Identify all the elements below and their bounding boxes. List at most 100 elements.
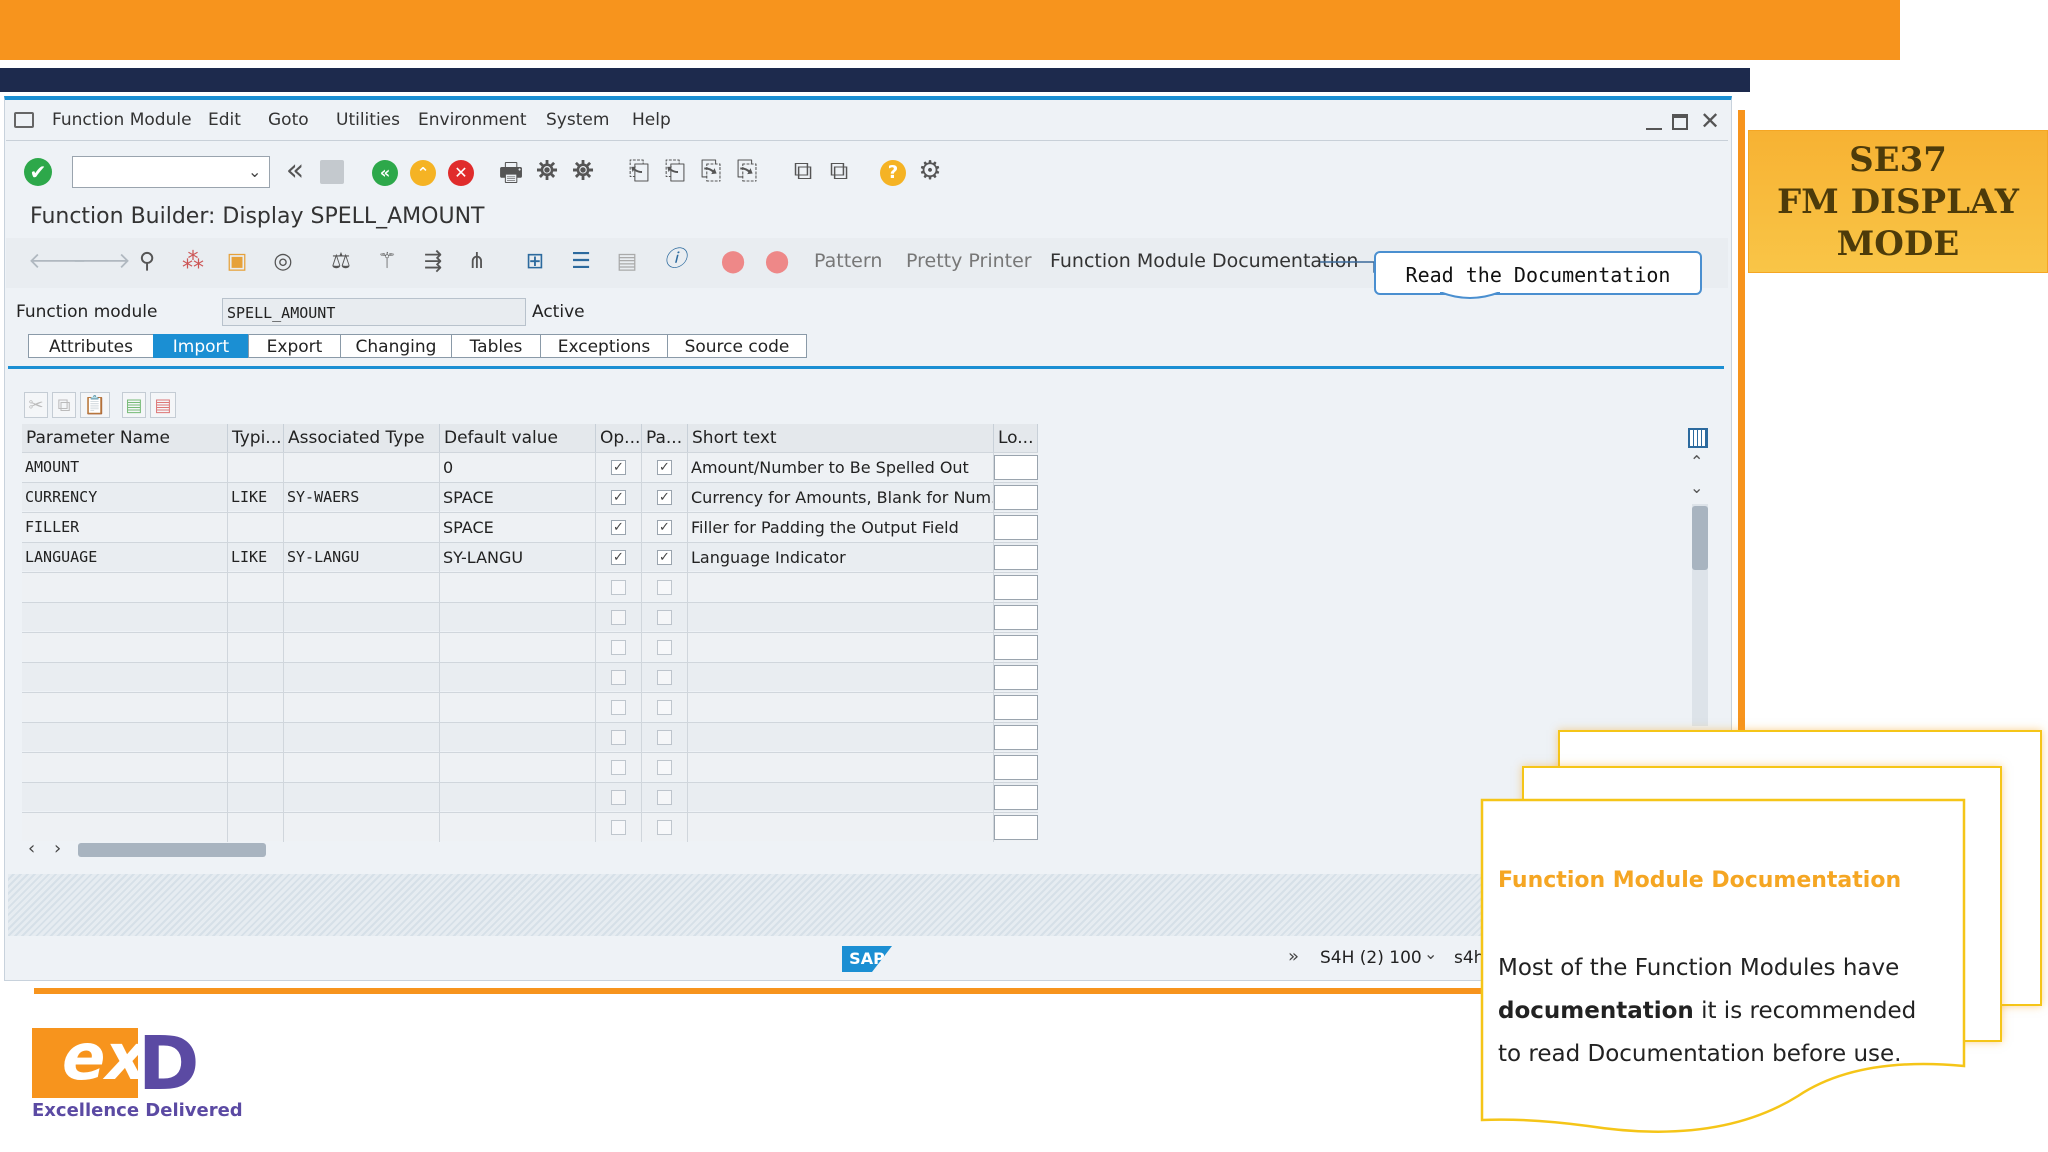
cell-assoc[interactable] <box>284 663 440 692</box>
pass-value-checkbox-cell[interactable] <box>642 633 688 662</box>
window-menu-icon[interactable] <box>14 112 34 128</box>
checkbox[interactable]: ✓ <box>611 490 626 505</box>
create-session-icon[interactable]: ⧉ <box>788 156 818 186</box>
optional-checkbox-cell[interactable] <box>596 663 642 692</box>
checkbox[interactable]: ✓ <box>657 460 672 475</box>
cell-default[interactable]: SPACE <box>440 483 596 512</box>
cell-typing[interactable]: LIKE <box>228 543 284 572</box>
menu-goto[interactable]: Goto <box>268 110 309 130</box>
cell-assoc[interactable] <box>284 453 440 482</box>
cell-short[interactable] <box>688 783 994 812</box>
long-text-cell[interactable] <box>994 633 1038 662</box>
cell-typing[interactable]: LIKE <box>228 483 284 512</box>
cell-default[interactable]: SY-LANGU <box>440 543 596 572</box>
cell-default[interactable] <box>440 693 596 722</box>
long-text-button[interactable] <box>994 485 1038 510</box>
pass-value-checkbox-cell[interactable] <box>642 573 688 602</box>
cut-row-icon[interactable]: ✂ <box>24 392 48 418</box>
pass-value-checkbox-cell[interactable] <box>642 783 688 812</box>
copy-row-icon[interactable]: ⧉ <box>52 392 76 418</box>
cell-typing[interactable] <box>228 813 284 842</box>
back-icon[interactable]: « <box>372 160 398 186</box>
menu-system[interactable]: System <box>546 110 609 130</box>
delete-row-icon[interactable]: ▤ <box>150 392 176 418</box>
optional-checkbox-cell[interactable]: ✓ <box>596 513 642 542</box>
info-icon[interactable]: ⓘ <box>660 246 690 274</box>
long-text-cell[interactable] <box>994 813 1038 842</box>
object-list-icon[interactable]: ⊞ <box>520 248 550 276</box>
scroll-left-icon[interactable]: ‹ <box>28 838 35 859</box>
cell-default[interactable]: 0 <box>440 453 596 482</box>
menu-function-module[interactable]: Function Module <box>52 110 192 130</box>
long-text-button[interactable] <box>994 605 1038 630</box>
optional-checkbox-cell[interactable]: ✓ <box>596 543 642 572</box>
column-short-text[interactable]: Short text <box>688 424 994 452</box>
long-text-cell[interactable] <box>994 483 1038 512</box>
cancel-icon[interactable]: ✕ <box>448 160 474 186</box>
arrow-left-icon[interactable]: 🡐 <box>28 248 87 276</box>
double-chevron-left-icon[interactable]: « <box>280 156 310 186</box>
checkbox[interactable] <box>611 700 626 715</box>
first-page-icon[interactable]: ⎗ <box>624 156 654 186</box>
pass-value-checkbox-cell[interactable] <box>642 813 688 842</box>
column-pass-value[interactable]: Pa... <box>642 424 688 452</box>
previous-page-icon[interactable]: ⎗ <box>660 156 690 186</box>
cell-assoc[interactable] <box>284 633 440 662</box>
cell-typing[interactable] <box>228 753 284 782</box>
display-change-icon[interactable]: ⁂ <box>178 248 208 276</box>
scroll-down-icon[interactable]: ⌄ <box>1690 478 1703 497</box>
optional-checkbox-cell[interactable] <box>596 753 642 782</box>
menu-edit[interactable]: Edit <box>208 110 241 130</box>
long-text-cell[interactable] <box>994 573 1038 602</box>
tab-source-code[interactable]: Source code <box>667 334 807 358</box>
table-row[interactable] <box>22 662 1038 692</box>
long-text-button[interactable] <box>994 545 1038 570</box>
pass-value-checkbox-cell[interactable] <box>642 723 688 752</box>
cell-default[interactable] <box>440 723 596 752</box>
checkbox[interactable]: ✓ <box>657 490 672 505</box>
cell-default[interactable] <box>440 633 596 662</box>
cell-name[interactable] <box>22 813 228 842</box>
arrow-right-icon[interactable]: 🡒 <box>72 248 131 276</box>
long-text-cell[interactable] <box>994 603 1038 632</box>
cell-assoc[interactable]: SY-LANGU <box>284 543 440 572</box>
cell-short[interactable] <box>688 603 994 632</box>
cell-assoc[interactable] <box>284 513 440 542</box>
cell-default[interactable] <box>440 783 596 812</box>
checkbox[interactable] <box>657 820 672 835</box>
column-associated-type[interactable]: Associated Type <box>284 424 440 452</box>
long-text-cell[interactable] <box>994 543 1038 572</box>
find-icon[interactable]: ⛯ <box>532 156 562 186</box>
set-breakpoint-icon[interactable]: ⬤ <box>718 248 748 276</box>
status-expand-icon[interactable]: » <box>1288 946 1299 967</box>
cell-typing[interactable] <box>228 573 284 602</box>
tab-tables[interactable]: Tables <box>451 334 541 358</box>
checkbox[interactable] <box>611 790 626 805</box>
table-row[interactable] <box>22 752 1038 782</box>
cell-typing[interactable] <box>228 663 284 692</box>
cell-assoc[interactable] <box>284 693 440 722</box>
cell-typing[interactable] <box>228 513 284 542</box>
optional-checkbox-cell[interactable] <box>596 603 642 632</box>
layout-icon[interactable]: ▤ <box>612 248 642 276</box>
cell-name[interactable]: LANGUAGE <box>22 543 228 572</box>
checkbox[interactable] <box>657 730 672 745</box>
external-breakpoint-icon[interactable]: ⬤ <box>762 248 792 276</box>
menu-utilities[interactable]: Utilities <box>336 110 400 130</box>
status-system-label[interactable]: S4H (2) 100 <box>1320 948 1422 968</box>
long-text-cell[interactable] <box>994 663 1038 692</box>
navigation-window-icon[interactable]: ☰ <box>566 248 596 276</box>
optional-checkbox-cell[interactable] <box>596 693 642 722</box>
table-row[interactable] <box>22 602 1038 632</box>
menu-environment[interactable]: Environment <box>418 110 527 130</box>
cell-name[interactable] <box>22 753 228 782</box>
checkbox[interactable] <box>611 610 626 625</box>
function-module-input[interactable]: SPELL_AMOUNT <box>222 298 526 326</box>
pass-value-checkbox-cell[interactable] <box>642 663 688 692</box>
checkbox[interactable] <box>657 760 672 775</box>
where-used-icon[interactable]: ⇶ <box>418 248 448 276</box>
next-page-icon[interactable]: ⎘ <box>696 156 726 186</box>
checkbox[interactable]: ✓ <box>611 550 626 565</box>
optional-checkbox-cell[interactable]: ✓ <box>596 483 642 512</box>
cell-short[interactable] <box>688 663 994 692</box>
